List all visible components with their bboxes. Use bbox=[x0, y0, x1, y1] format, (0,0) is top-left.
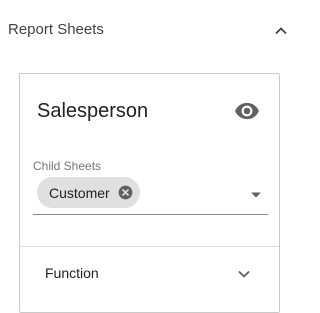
child-sheets-label: Child Sheets bbox=[33, 159, 102, 173]
chevron-down-icon[interactable] bbox=[236, 266, 252, 282]
eye-icon[interactable] bbox=[234, 98, 260, 124]
function-label: Function bbox=[45, 265, 99, 281]
chip-label: Customer bbox=[49, 184, 110, 201]
close-circle-icon[interactable] bbox=[118, 185, 133, 200]
chip-customer[interactable]: Customer bbox=[37, 177, 140, 208]
report-sheets-header[interactable]: Report Sheets bbox=[0, 0, 306, 60]
section-title: Report Sheets bbox=[8, 21, 104, 38]
caret-down-icon[interactable] bbox=[250, 186, 262, 198]
child-sheets-select[interactable]: Child Sheets Customer bbox=[33, 158, 268, 215]
chevron-up-icon[interactable] bbox=[272, 22, 290, 40]
function-expander[interactable]: Function bbox=[20, 247, 279, 297]
report-sheet-card: Salesperson Child Sheets Customer Functi… bbox=[19, 73, 280, 313]
sheet-title: Salesperson bbox=[37, 100, 149, 122]
field-underline bbox=[33, 214, 268, 215]
